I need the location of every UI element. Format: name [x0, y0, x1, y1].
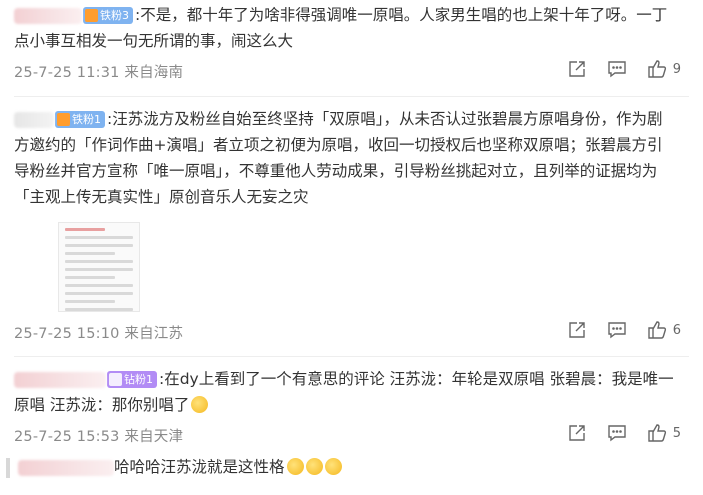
comment-item: 铁粉3:不是，都十年了为啥非得强调唯一原唱。人家男生唱的也上架十年了呀。一丁 点…	[0, 2, 703, 54]
blurred-username[interactable]	[14, 371, 106, 388]
comment-meta: 25-7-25 11:31 来自海南	[14, 65, 184, 81]
comment-text: 原唱 汪苏泷：那你别唱了	[14, 396, 190, 414]
comment-text: 「主观上传无真实性」原创音乐人无妄之灾	[14, 188, 309, 206]
divider	[14, 96, 689, 97]
share-icon[interactable]	[565, 318, 589, 342]
comment-actions: 5	[549, 421, 681, 445]
comment-text-line: 「主观上传无真实性」原创音乐人无妄之灾	[0, 184, 703, 210]
like-count: 9	[672, 61, 681, 77]
thumbs-up-icon[interactable]	[645, 57, 669, 81]
comment-text-line: 原唱 汪苏泷：那你别唱了	[0, 392, 703, 418]
comment-icon[interactable]	[605, 421, 629, 445]
thumbs-up-icon[interactable]	[645, 318, 669, 342]
laughing-emoji-icon	[191, 396, 209, 413]
fan-badge: 铁粉3	[83, 7, 133, 24]
comment-text: :不是，都十年了为啥非得强调唯一原唱。人家男生唱的也上架十年了呀。一丁	[135, 6, 668, 24]
comment-item: 铁粉1:汪苏泷方及粉丝自始至终坚持「双原唱」，从未否认过张碧晨方原唱身份，作为剧…	[0, 106, 703, 210]
comment-actions: 6	[549, 318, 681, 342]
comment-meta: 25-7-25 15:53 来自天津	[14, 429, 184, 445]
crying-laughing-emoji-icon	[324, 458, 342, 475]
comment-meta: 25-7-25 15:10 来自江苏	[14, 326, 184, 342]
comment-text-line: 导粉丝并官方宣称「唯一原唱」，不尊重他人劳动成果，引导粉丝挑起对立，且列举的证据…	[0, 158, 703, 184]
comment-image-thumbnail[interactable]	[58, 222, 140, 312]
comment-text: :在dy上看到了一个有意思的评论 汪苏泷：年轮是双原唱 张碧晨：我是唯一	[159, 370, 674, 388]
reply-text-line: 哈哈哈汪苏泷就是这性格	[0, 454, 703, 480]
share-icon[interactable]	[565, 421, 589, 445]
comment-text-line: 铁粉1:汪苏泷方及粉丝自始至终坚持「双原唱」，从未否认过张碧晨方原唱身份，作为剧	[0, 106, 703, 132]
fan-badge: 铁粉1	[55, 111, 105, 128]
reply-text: 哈哈哈汪苏泷就是这性格	[114, 458, 285, 476]
crying-laughing-emoji-icon	[305, 458, 323, 475]
fan-badge: 钻粉1	[107, 371, 157, 388]
thumbs-up-icon[interactable]	[645, 421, 669, 445]
crying-laughing-emoji-icon	[286, 458, 304, 475]
like-count: 6	[672, 322, 681, 338]
comment-text-line: 钻粉1:在dy上看到了一个有意思的评论 汪苏泷：年轮是双原唱 张碧晨：我是唯一	[0, 366, 703, 392]
comment-icon[interactable]	[605, 57, 629, 81]
diamond-badge-icon	[109, 373, 122, 386]
comment-text-line: 铁粉3:不是，都十年了为啥非得强调唯一原唱。人家男生唱的也上架十年了呀。一丁	[0, 2, 703, 28]
reply-indicator-bar	[6, 458, 10, 478]
comment-text: 方邀约的「作词作曲+演唱」者立项之初便为原唱，收回一切授权后也坚称双原唱；张碧晨…	[14, 136, 663, 154]
divider	[14, 356, 689, 357]
blurred-username[interactable]	[14, 7, 82, 24]
blurred-username[interactable]	[18, 459, 114, 476]
comment-item: 钻粉1:在dy上看到了一个有意思的评论 汪苏泷：年轮是双原唱 张碧晨：我是唯一 …	[0, 366, 703, 418]
blurred-username[interactable]	[14, 111, 54, 128]
comment-text-line: 方邀约的「作词作曲+演唱」者立项之初便为原唱，收回一切授权后也坚称双原唱；张碧晨…	[0, 132, 703, 158]
fan-badge-icon	[85, 9, 98, 22]
comment-text: :汪苏泷方及粉丝自始至终坚持「双原唱」，从未否认过张碧晨方原唱身份，作为剧	[107, 110, 663, 128]
like-count: 5	[672, 425, 681, 441]
share-icon[interactable]	[565, 57, 589, 81]
comment-icon[interactable]	[605, 318, 629, 342]
comment-text: 导粉丝并官方宣称「唯一原唱」，不尊重他人劳动成果，引导粉丝挑起对立，且列举的证据…	[14, 162, 658, 180]
reply-item: 哈哈哈汪苏泷就是这性格	[0, 454, 703, 482]
comment-text: 点小事互相发一句无所谓的事，闹这么大	[14, 32, 294, 50]
fan-badge-icon	[57, 113, 70, 126]
comment-text-line: 点小事互相发一句无所谓的事，闹这么大	[0, 28, 703, 54]
comment-actions: 9	[549, 57, 681, 81]
